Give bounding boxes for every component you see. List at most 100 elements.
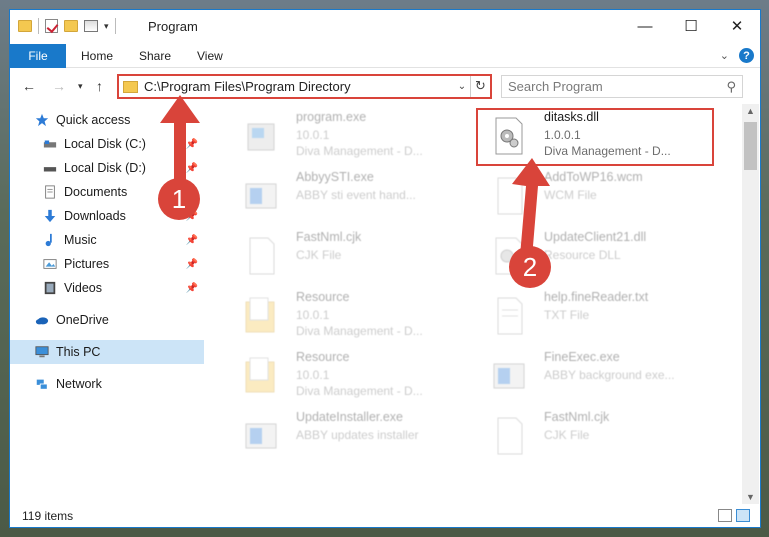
pictures-icon <box>43 259 57 269</box>
file-name: help.fineReader.txt <box>544 290 649 304</box>
search-icon: ⚲ <box>726 78 736 94</box>
file-company: Diva Management - D... <box>296 384 423 398</box>
file-item[interactable]: FineExec.exe ABBY background exe... <box>474 350 710 406</box>
vertical-scrollbar[interactable]: ▲ ▼ <box>742 104 759 504</box>
maximize-button[interactable]: ☐ <box>668 10 714 42</box>
folder-icon[interactable] <box>18 20 32 32</box>
star-icon <box>35 113 49 127</box>
folder-doc-icon <box>245 297 275 333</box>
file-company: Diva Management - D... <box>296 144 423 158</box>
file-name: FastNml.cjk <box>296 230 362 244</box>
file-name: AddToWP16.wcm <box>544 170 643 184</box>
search-input[interactable]: Search Program <box>508 79 726 94</box>
file-version: 10.0.1 <box>296 368 330 382</box>
search-box[interactable]: Search Program ⚲ <box>501 75 743 98</box>
nav-item-label: Network <box>56 377 102 391</box>
nav-item-label: Quick access <box>56 113 131 127</box>
nav-item-music[interactable]: Music 📌 <box>10 228 204 252</box>
close-button[interactable]: ✕ <box>714 10 760 42</box>
expand-ribbon-icon[interactable]: ⌄ <box>720 49 729 62</box>
scroll-down-icon[interactable]: ▼ <box>742 492 759 502</box>
folder-doc-icon <box>245 357 275 393</box>
file-version: 10.0.1 <box>296 128 330 142</box>
nav-item-network[interactable]: Network <box>10 372 204 396</box>
pin-icon: 📌 <box>185 258 198 270</box>
file-item[interactable]: Resource 10.0.1 Diva Management - D... <box>226 350 462 406</box>
scroll-thumb[interactable] <box>744 122 757 170</box>
file-item-ditasks-dll[interactable]: ditasks.dll 1.0.0.1 Diva Management - D.… <box>474 110 710 166</box>
file-item[interactable]: help.fineReader.txt TXT File <box>474 290 710 346</box>
blank-file-icon <box>249 237 275 275</box>
file-name: AbbyySTI.exe <box>296 170 374 184</box>
tab-view[interactable]: View <box>197 44 223 68</box>
nav-item-label: This PC <box>56 345 101 359</box>
text-file-icon <box>497 297 523 335</box>
forward-arrow-icon[interactable]: → <box>52 78 66 94</box>
app-icon <box>245 423 277 449</box>
nav-item-label: Pictures <box>64 257 110 271</box>
network-icon <box>36 379 48 390</box>
file-name: FastNml.cjk <box>544 410 610 424</box>
address-dropdown-icon[interactable]: ⌄ <box>454 81 470 92</box>
nav-item-label: Downloads <box>64 209 126 223</box>
back-arrow-icon[interactable]: ← <box>22 78 36 94</box>
address-path[interactable]: C:\Program Files\Program Directory <box>144 79 454 94</box>
view-icon[interactable] <box>84 20 98 32</box>
file-item[interactable]: AbbyySTI.exe ABBY sti event hand... <box>226 170 462 226</box>
nav-item-videos[interactable]: Videos 📌 <box>10 276 204 300</box>
music-icon <box>45 233 52 247</box>
nav-item-this-pc[interactable]: This PC <box>10 340 204 364</box>
file-item[interactable]: FastNml.cjk CJK File <box>226 230 462 286</box>
divider <box>114 18 116 34</box>
tab-home[interactable]: Home <box>81 44 113 68</box>
customize-dropdown-icon[interactable]: ▾ <box>104 21 109 32</box>
app-icon <box>493 363 525 389</box>
file-description: ABBY background exe... <box>544 368 675 382</box>
refresh-icon[interactable]: ↻ <box>470 76 490 97</box>
nav-item-onedrive[interactable]: OneDrive <box>10 308 204 332</box>
nav-item-pictures[interactable]: Pictures 📌 <box>10 252 204 276</box>
file-item[interactable]: UpdateInstaller.exe ABBY updates install… <box>226 410 462 466</box>
file-type: CJK File <box>544 428 590 442</box>
divider <box>38 18 39 34</box>
file-name: UpdateInstaller.exe <box>296 410 404 424</box>
help-icon[interactable]: ? <box>739 48 754 63</box>
drive-icon <box>43 140 57 148</box>
nav-item-label: Music <box>64 233 97 247</box>
pin-icon: 📌 <box>185 282 198 294</box>
drive-icon <box>43 167 57 172</box>
tab-share[interactable]: Share <box>139 44 171 68</box>
quick-access-toolbar: ▾ <box>18 18 116 34</box>
nav-item-label: Videos <box>64 281 102 295</box>
file-description: ABBY updates installer <box>296 428 419 442</box>
details-view-icon[interactable] <box>718 509 732 522</box>
file-company: Diva Management - D... <box>296 324 423 338</box>
explorer-window: ▾ Program — ☐ ✕ File Home Share View ⌄ ?… <box>9 9 761 528</box>
file-item[interactable]: program.exe 10.0.1 Diva Management - D..… <box>226 110 462 166</box>
up-arrow-icon[interactable]: ↑ <box>96 78 103 94</box>
file-type: TXT File <box>544 308 590 322</box>
scroll-up-icon[interactable]: ▲ <box>742 106 759 116</box>
minimize-button[interactable]: — <box>622 10 668 42</box>
file-version: 10.0.1 <box>296 308 330 322</box>
file-company: Diva Management - D... <box>544 144 671 158</box>
videos-icon <box>44 281 56 295</box>
file-name: Resource <box>296 290 350 304</box>
file-name: Resource <box>296 350 350 364</box>
status-bar: 119 items <box>10 504 760 528</box>
nav-item-label: OneDrive <box>56 313 109 327</box>
file-item[interactable]: Resource 10.0.1 Diva Management - D... <box>226 290 462 346</box>
computer-icon <box>35 346 49 358</box>
recent-locations-icon[interactable]: ▾ <box>78 81 83 92</box>
exe-icon <box>247 123 275 151</box>
file-item[interactable]: FastNml.cjk CJK File <box>474 410 710 466</box>
file-name: ditasks.dll <box>544 110 599 124</box>
documents-icon <box>45 185 55 199</box>
pin-icon: 📌 <box>185 234 198 246</box>
tab-file[interactable]: File <box>10 44 66 68</box>
file-name: FineExec.exe <box>544 350 620 364</box>
tiles-view-icon[interactable] <box>736 509 750 522</box>
new-folder-icon[interactable] <box>64 20 78 32</box>
cloud-icon <box>35 317 49 325</box>
properties-check-icon[interactable] <box>45 19 58 33</box>
